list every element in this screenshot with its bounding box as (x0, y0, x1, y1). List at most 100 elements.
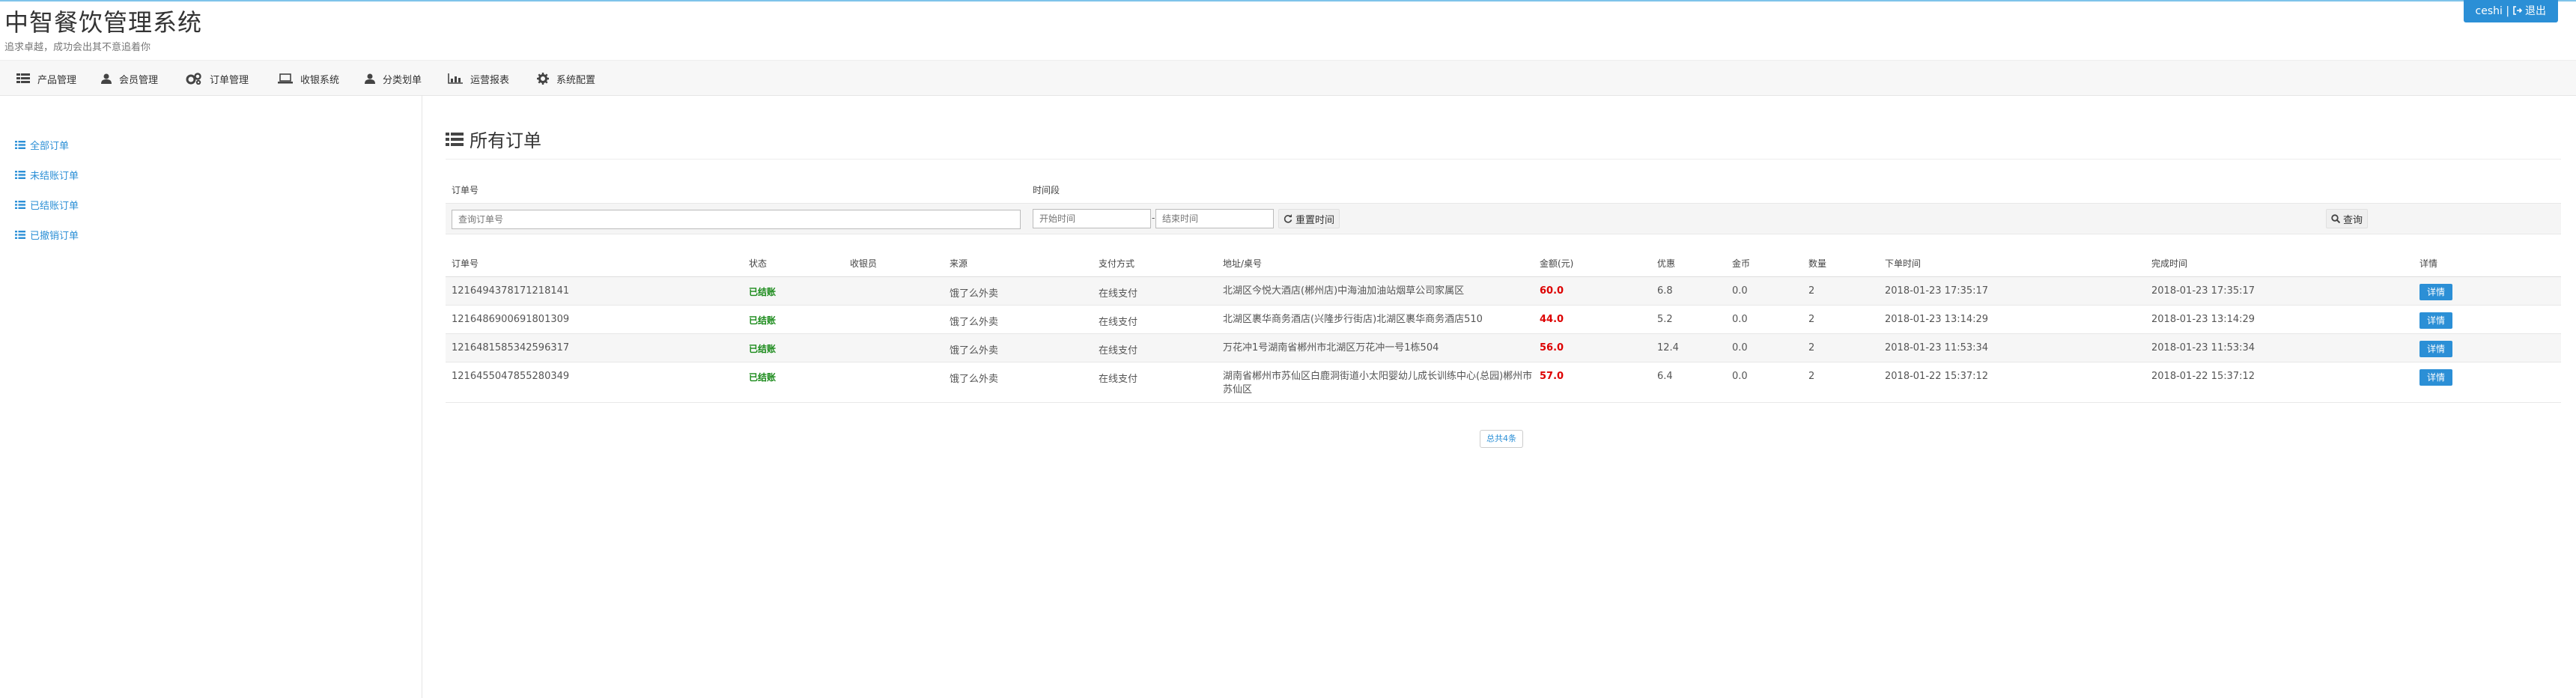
nav-item-members[interactable]: 会员管理 (101, 61, 158, 97)
search-label: 查询 (2343, 214, 2363, 226)
order-no-cell: 1216486900691801309 (452, 314, 570, 325)
search-button[interactable]: 查询 (2326, 209, 2369, 228)
user-menu[interactable]: ceshi | 退出 (2463, 0, 2558, 22)
nav-item-reports[interactable]: 运营报表 (448, 61, 509, 97)
cogs-icon (186, 73, 201, 85)
range-dash: - (1152, 213, 1155, 223)
sidebar-item-all-orders[interactable]: 全部订单 (15, 138, 69, 152)
finish-time-cell: 2018-01-22 15:37:12 (2151, 371, 2255, 382)
app-slogan: 追求卓越，成功会出其不意追着你 (4, 42, 151, 53)
col-header-cashier: 收银员 (850, 258, 878, 269)
sidebar-item-paid-orders[interactable]: 已结账订单 (15, 198, 79, 212)
order-no-label: 订单号 (452, 185, 479, 195)
refresh-icon (1284, 214, 1292, 223)
discount-cell: 6.8 (1657, 285, 1673, 297)
nav-item-label: 会员管理 (119, 74, 159, 86)
finish-time-cell: 2018-01-23 17:35:17 (2151, 285, 2255, 297)
nav-item-products[interactable]: 产品管理 (16, 61, 76, 97)
sidebar-item-unpaid-orders[interactable]: 未结账订单 (15, 168, 79, 182)
divider (446, 159, 2561, 160)
nav-item-cashier[interactable]: 收银系统 (278, 61, 339, 97)
sidebar: 全部订单 未结账订单 已结账订单 已撤销订单 (0, 96, 422, 698)
nav-item-label: 收银系统 (300, 74, 340, 86)
nav-item-label: 订单管理 (210, 74, 249, 86)
payment-cell: 在线支付 (1099, 374, 1138, 385)
status-cell: 已结账 (749, 372, 777, 383)
list-icon (15, 231, 25, 239)
detail-button[interactable]: 详情 (2419, 312, 2452, 329)
nav-item-label: 产品管理 (37, 74, 77, 86)
nav-item-categories[interactable]: 分类划单 (365, 61, 422, 97)
order-time-cell: 2018-01-22 15:37:12 (1885, 371, 1989, 382)
discount-cell: 6.4 (1657, 371, 1673, 382)
user-separator: | (2506, 5, 2510, 17)
address-cell: 北湖区裹华商务酒店(兴隆步行街店)北湖区裹华商务酒店510 (1223, 314, 1483, 325)
nav-item-orders[interactable]: 订单管理 (186, 61, 249, 97)
status-cell: 已结账 (749, 344, 777, 354)
detail-button[interactable]: 详情 (2419, 369, 2452, 386)
nav-item-label: 系统配置 (556, 74, 596, 86)
col-header-amount: 金额(元) (1540, 258, 1574, 269)
order-no-cell: 1216494378171218141 (452, 285, 570, 297)
user-icon (365, 73, 375, 84)
bar-chart-icon (448, 73, 463, 84)
amount-cell: 44.0 (1540, 314, 1564, 325)
end-time-input[interactable] (1155, 209, 1274, 228)
col-header-discount: 优惠 (1657, 258, 1676, 269)
logout-link[interactable]: 退出 (2525, 5, 2546, 17)
order-no-search-input[interactable] (452, 210, 1021, 229)
table-icon (16, 73, 30, 84)
main-nav: 产品管理 会员管理 订单管理 收银系统 分类划单 运营报表 系统配置 (0, 60, 2576, 96)
source-cell: 饿了么外卖 (950, 374, 999, 385)
coins-cell: 0.0 (1732, 285, 1748, 297)
start-time-input[interactable] (1033, 209, 1151, 228)
laptop-icon (278, 73, 293, 84)
col-header-detail: 详情 (2419, 258, 2438, 269)
finish-time-cell: 2018-01-23 13:14:29 (2151, 314, 2255, 325)
status-cell: 已结账 (749, 287, 777, 297)
reset-time-button[interactable]: 重置时间 (1278, 209, 1340, 228)
sidebar-item-label: 已结账订单 (30, 201, 79, 212)
sidebar-item-label: 全部订单 (30, 141, 70, 152)
table-row: 1216455047855280349 已结账 饿了么外卖 在线支付 湖南省郴州… (446, 362, 2561, 403)
page-title-text: 所有订单 (470, 130, 541, 151)
sidebar-item-cancelled-orders[interactable]: 已撤销订单 (15, 228, 79, 242)
amount-cell: 56.0 (1540, 342, 1564, 353)
list-icon (15, 141, 25, 149)
col-header-order-time: 下单时间 (1885, 258, 1922, 269)
discount-cell: 12.4 (1657, 342, 1679, 353)
source-cell: 饿了么外卖 (950, 317, 999, 328)
username[interactable]: ceshi (2476, 5, 2503, 17)
order-no-cell: 1216455047855280349 (452, 371, 570, 382)
col-header-status: 状态 (749, 258, 768, 269)
amount-cell: 57.0 (1540, 371, 1564, 382)
pagination-total[interactable]: 总共4条 (1480, 430, 1523, 448)
page-title: 所有订单 (446, 126, 541, 152)
qty-cell: 2 (1808, 371, 1815, 382)
list-icon (15, 171, 25, 179)
col-header-finish-time: 完成时间 (2151, 258, 2188, 269)
detail-button[interactable]: 详情 (2419, 341, 2452, 357)
top-accent-line (0, 0, 2576, 1)
nav-item-settings[interactable]: 系统配置 (537, 61, 595, 97)
col-header-qty: 数量 (1808, 258, 1827, 269)
coins-cell: 0.0 (1732, 342, 1748, 353)
col-header-address: 地址/桌号 (1223, 258, 1263, 269)
payment-cell: 在线支付 (1099, 345, 1138, 356)
app-title: 中智餐饮管理系统 (4, 8, 203, 37)
finish-time-cell: 2018-01-23 11:53:34 (2151, 342, 2255, 353)
coins-cell: 0.0 (1732, 314, 1748, 325)
order-time-cell: 2018-01-23 13:14:29 (1885, 314, 1989, 325)
discount-cell: 5.2 (1657, 314, 1673, 325)
col-header-payment: 支付方式 (1099, 258, 1135, 269)
payment-cell: 在线支付 (1099, 317, 1138, 328)
address-cell: 北湖区今悦大酒店(郴州店)中海油加油站烟草公司家属区 (1223, 285, 1465, 297)
amount-cell: 60.0 (1540, 285, 1564, 297)
detail-button[interactable]: 详情 (2419, 284, 2452, 300)
source-cell: 饿了么外卖 (950, 288, 999, 300)
col-header-order-no: 订单号 (452, 258, 479, 269)
order-no-cell: 1216481585342596317 (452, 342, 570, 353)
sidebar-item-label: 未结账订单 (30, 171, 79, 182)
sign-out-icon (2512, 6, 2522, 15)
coins-cell: 0.0 (1732, 371, 1748, 382)
